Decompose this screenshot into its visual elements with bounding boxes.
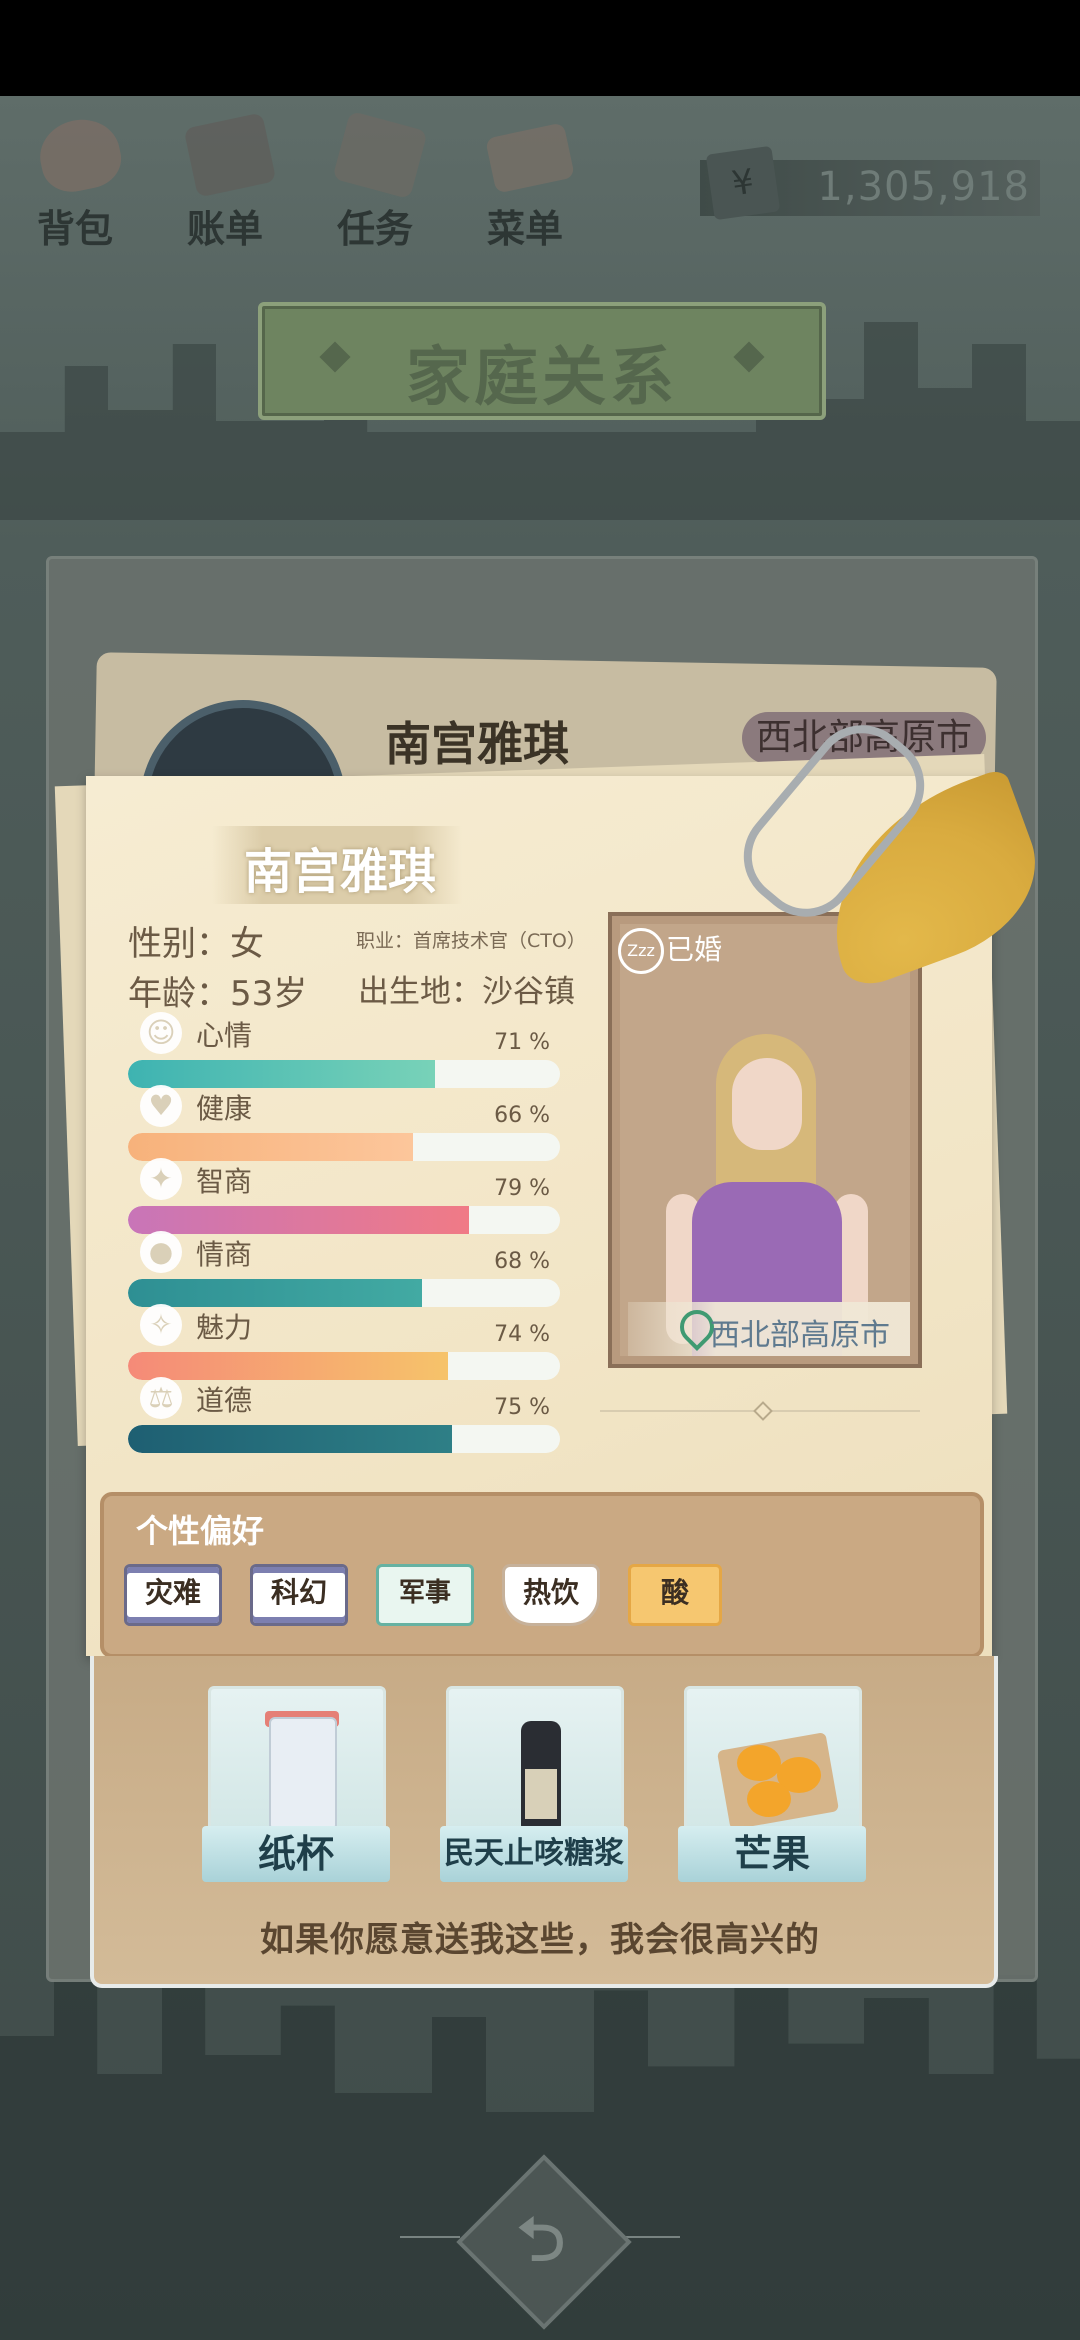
- gift-label-paper-cup[interactable]: 纸杯: [202, 1826, 390, 1882]
- stat-percent: 68 %: [494, 1249, 550, 1274]
- photo-location-bar: 西北部高原市: [628, 1302, 910, 1356]
- marital-status: Zzz 已婚: [612, 926, 812, 974]
- photo-inner: 西北部高原市: [620, 924, 910, 1356]
- sleep-icon: Zzz: [618, 928, 664, 974]
- preference-tag-hot-drink: 热饮: [502, 1564, 600, 1626]
- gift-label-mango[interactable]: 芒果: [678, 1826, 866, 1882]
- stat-bar-fill: [128, 1133, 413, 1161]
- nav-bill-button[interactable]: 账单: [160, 110, 290, 251]
- stat-label: 魅力: [196, 1311, 253, 1344]
- character-name: 南宫雅琪: [243, 844, 436, 900]
- stat-bar-fill: [128, 1206, 469, 1234]
- apple-icon: ●: [140, 1231, 182, 1273]
- paper-cup-image: [269, 1717, 337, 1831]
- stat-percent: 74 %: [494, 1322, 550, 1347]
- character-face: [732, 1058, 802, 1150]
- stat-bar-fill: [128, 1352, 448, 1380]
- back-arrow-icon[interactable]: ⮌: [496, 2200, 586, 2280]
- status-bar: [0, 0, 1080, 96]
- preference-tag-disaster: 灾难: [124, 1564, 222, 1626]
- stat-bar-track: [128, 1206, 560, 1234]
- stat-bar-track: [128, 1279, 560, 1307]
- nav-task-label: 任务: [336, 207, 413, 251]
- stat-bar-fill: [128, 1060, 435, 1088]
- stat-percent: 79 %: [494, 1176, 550, 1201]
- mango-fruit: [737, 1745, 781, 1781]
- bulb-icon: ✦: [140, 1158, 182, 1200]
- stat-percent: 71 %: [494, 1030, 550, 1055]
- gift-label-cough-syrup[interactable]: 民天止咳糖浆: [440, 1826, 628, 1882]
- nav-menu-button[interactable]: 菜单: [460, 110, 590, 251]
- birthplace-text: 出生地：沙谷镇: [358, 974, 575, 1010]
- gender-text: 性别：女: [128, 924, 264, 964]
- stat-percent: 75 %: [494, 1395, 550, 1420]
- stat-label: 道德: [196, 1384, 253, 1417]
- gift-hint-text: 如果你愿意送我这些，我会很高兴的: [260, 1920, 820, 1960]
- page-title: 家庭关系: [406, 341, 678, 415]
- bottle-label: [525, 1769, 557, 1819]
- nav-menu-label: 菜单: [486, 207, 563, 251]
- menu-icon: [485, 122, 575, 194]
- sparkle-decoration: [400, 2236, 460, 2238]
- stat-bar-track: [128, 1133, 560, 1161]
- stat-label: 心情: [196, 1019, 253, 1052]
- stat-bar-track: [128, 1352, 560, 1380]
- bill-icon: [183, 112, 277, 198]
- nav-backpack-button[interactable]: 背包: [10, 110, 140, 251]
- nav-bill-label: 账单: [186, 207, 263, 251]
- nav-backpack-label: 背包: [36, 207, 113, 251]
- task-icon: [332, 110, 428, 200]
- yen-icon: ¥: [705, 145, 781, 221]
- preference-tag-military: 军事: [376, 1564, 474, 1626]
- backpack-icon: [33, 112, 127, 198]
- money-value: 1,305,918: [817, 164, 1030, 210]
- stat-label: 情商: [196, 1238, 253, 1271]
- smile-icon: ☺: [140, 1012, 182, 1054]
- heart-icon: ♥: [140, 1085, 182, 1127]
- preference-tag-sour: 酸: [628, 1564, 722, 1626]
- marital-status-text: 已婚: [666, 933, 723, 966]
- stat-bar-track: [128, 1425, 560, 1453]
- stat-label: 健康: [196, 1092, 253, 1125]
- age-text: 年龄：53岁: [128, 974, 308, 1014]
- sparkle-decoration: [620, 2236, 680, 2238]
- title-banner: 家庭关系: [258, 302, 826, 420]
- stat-bar-fill: [128, 1425, 452, 1453]
- job-text: 职业：首席技术官（CTO）: [356, 930, 586, 952]
- stat-label: 智商: [196, 1165, 253, 1198]
- stat-percent: 66 %: [494, 1103, 550, 1128]
- mango-fruit: [747, 1781, 791, 1817]
- preference-tag-scifi: 科幻: [250, 1564, 348, 1626]
- nav-task-button[interactable]: 任务: [310, 110, 440, 251]
- member-name-behind: 南宫雅琪: [385, 717, 569, 771]
- preferences-title: 个性偏好: [136, 1512, 265, 1550]
- photo-location-text: 西北部高原市: [710, 1318, 890, 1353]
- scale-icon: ⚖: [140, 1377, 182, 1419]
- stat-bar-fill: [128, 1279, 422, 1307]
- stat-bar-track: [128, 1060, 560, 1088]
- sparkle-icon: ✧: [140, 1304, 182, 1346]
